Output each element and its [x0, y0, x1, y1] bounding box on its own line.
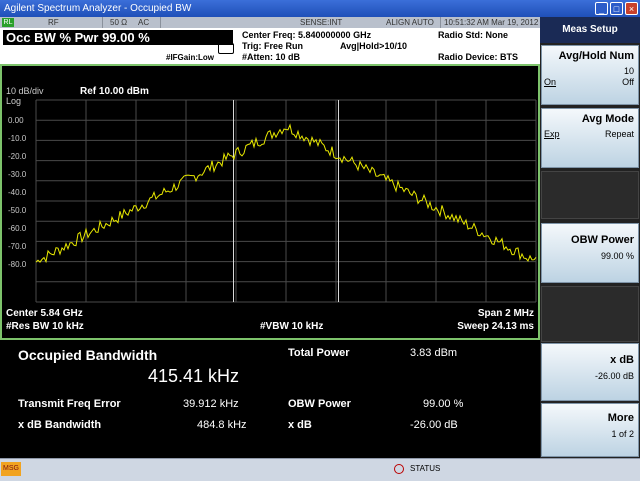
- xdb-bandwidth-label: x dB Bandwidth: [18, 419, 102, 431]
- xdb-softkey-value: -26.00 dB: [594, 371, 634, 381]
- obw-power-softkey[interactable]: OBW Power 99.00 %: [541, 223, 639, 283]
- avg-hold-num-value: 10: [623, 66, 634, 76]
- measurement-header: Occ BW % Pwr 99.00 % #IFGain:Low Center …: [0, 28, 540, 64]
- obw-power-label: OBW Power: [288, 398, 351, 410]
- res-bw-label: #Res BW 10 kHz: [6, 321, 84, 332]
- softkey-panel: Meas Setup Avg/Hold Num 10 On Off Avg Mo…: [540, 17, 640, 458]
- window-title: Agilent Spectrum Analyzer - Occupied BW: [4, 3, 192, 14]
- softkey-menu-title: Meas Setup: [540, 17, 640, 43]
- xdb-value: -26.00 dB: [410, 419, 458, 431]
- status-icon: [394, 464, 404, 474]
- obw-power-value: 99.00 %: [423, 398, 464, 410]
- coupling-label: AC: [138, 18, 150, 27]
- transmit-freq-error-label: Transmit Freq Error: [18, 398, 121, 410]
- xdb-label: x dB: [288, 419, 312, 431]
- center-freq-setting: Center Freq: 5.840000000 GHz: [242, 30, 372, 40]
- if-gain-label: #IFGain:Low: [166, 53, 214, 62]
- avg-mode-exp: Exp: [544, 129, 560, 139]
- avg-hold-off: Off: [622, 77, 634, 87]
- align-label: ALIGN AUTO: [386, 18, 434, 27]
- vbw-label: #VBW 10 kHz: [260, 321, 324, 332]
- measurement-title: Occ BW % Pwr 99.00 %: [3, 30, 233, 45]
- transmit-freq-error-value: 39.912 kHz: [183, 398, 239, 410]
- sense-label: SENSE:INT: [300, 18, 343, 27]
- more-softkey[interactable]: More 1 of 2: [541, 403, 639, 457]
- rf-input-label: RF: [48, 18, 59, 27]
- status-button[interactable]: STATUS: [394, 462, 440, 476]
- avg-hold-on: On: [544, 77, 557, 87]
- sweep-label: Sweep 24.13 ms: [457, 321, 534, 332]
- msg-button[interactable]: MSG: [1, 462, 21, 476]
- datetime-label: 10:51:32 AM Mar 19, 2012: [444, 18, 539, 27]
- xdb-softkey[interactable]: x dB -26.00 dB: [541, 343, 639, 401]
- span-label: Span 2 MHz: [477, 308, 534, 319]
- center-frequency-label: Center 5.84 GHz: [6, 308, 83, 319]
- avg-hold-status: Avg|Hold>10/10: [340, 41, 407, 51]
- instrument-status-bar: RL RF 50 Ω AC SENSE:INT ALIGN AUTO 10:51…: [0, 17, 540, 28]
- gain-icon: [218, 43, 234, 54]
- minimize-button[interactable]: _: [595, 2, 608, 15]
- radio-std-setting: Radio Std: None: [438, 30, 508, 40]
- spectrum-graticule[interactable]: 10 dB/div Log Ref 10.00 dBm 0.00 -10.0 -…: [0, 64, 540, 340]
- obw-power-softkey-label: OBW Power: [571, 234, 634, 246]
- radio-device-setting: Radio Device: BTS: [438, 52, 519, 62]
- total-power-value: 3.83 dBm: [410, 347, 458, 359]
- obw-power-softkey-value: 99.00 %: [600, 251, 634, 261]
- spectrum-plot: [35, 99, 537, 303]
- more-page-indicator: 1 of 2: [611, 429, 634, 439]
- status-label: STATUS: [410, 464, 441, 473]
- blank-softkey: [541, 171, 639, 219]
- close-button[interactable]: ×: [625, 2, 638, 15]
- occupied-bandwidth-label: Occupied Bandwidth: [18, 347, 158, 363]
- maximize-button[interactable]: □: [610, 2, 623, 15]
- avg-mode-label: Avg Mode: [581, 113, 634, 125]
- rl-flag: RL: [2, 18, 14, 27]
- impedance-label: 50 Ω: [110, 18, 128, 27]
- avg-mode-softkey[interactable]: Avg Mode Exp Repeat: [541, 108, 639, 168]
- bottom-status-bar: MSG STATUS: [0, 458, 640, 481]
- xdb-bandwidth-value: 484.8 kHz: [197, 419, 247, 431]
- total-power-label: Total Power: [288, 347, 350, 359]
- results-panel: Occupied Bandwidth 415.41 kHz Total Powe…: [0, 340, 540, 458]
- xdb-softkey-label: x dB: [610, 354, 634, 366]
- blank-softkey: [541, 286, 639, 342]
- avg-hold-num-softkey[interactable]: Avg/Hold Num 10 On Off: [541, 45, 639, 105]
- window-title-bar: Agilent Spectrum Analyzer - Occupied BW …: [0, 0, 640, 17]
- occupied-bandwidth-value: 415.41 kHz: [148, 366, 240, 386]
- trigger-setting: Trig: Free Run: [242, 41, 304, 51]
- avg-mode-repeat: Repeat: [604, 129, 634, 139]
- atten-setting: #Atten: 10 dB: [242, 52, 301, 62]
- more-label: More: [607, 412, 634, 424]
- avg-hold-num-label: Avg/Hold Num: [558, 50, 634, 62]
